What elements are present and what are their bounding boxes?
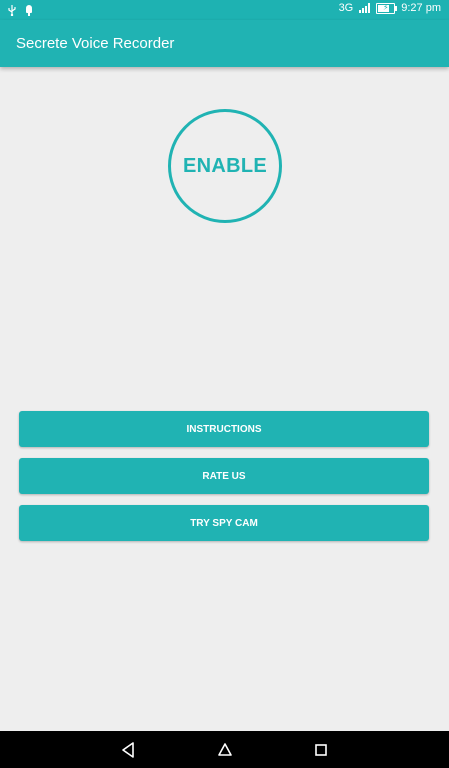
app-title: Secrete Voice Recorder	[16, 35, 175, 52]
instructions-button[interactable]: INSTRUCTIONS	[19, 411, 429, 447]
enable-label: ENABLE	[182, 154, 268, 177]
battery-charging-icon: ⚡	[376, 2, 398, 14]
rate-us-button[interactable]: RATE US	[19, 458, 429, 494]
signal-icon	[359, 3, 371, 13]
enable-button[interactable]: ENABLE	[168, 109, 282, 223]
try-spy-cam-button[interactable]: TRY SPY CAM	[19, 505, 429, 541]
status-time: 9:27 pm	[401, 2, 441, 14]
status-bar: 3G ⚡ 9:27 pm	[0, 0, 449, 20]
status-right-icons: 3G ⚡ 9:27 pm	[339, 2, 441, 14]
recents-icon[interactable]	[312, 741, 330, 759]
home-icon[interactable]	[216, 741, 234, 759]
usb-icon	[8, 3, 16, 21]
status-left-icons	[8, 3, 34, 21]
network-type: 3G	[338, 2, 354, 14]
back-icon[interactable]	[120, 741, 138, 759]
android-debug-icon	[24, 3, 34, 21]
navigation-bar	[0, 731, 449, 768]
app-bar: Secrete Voice Recorder	[0, 20, 449, 67]
